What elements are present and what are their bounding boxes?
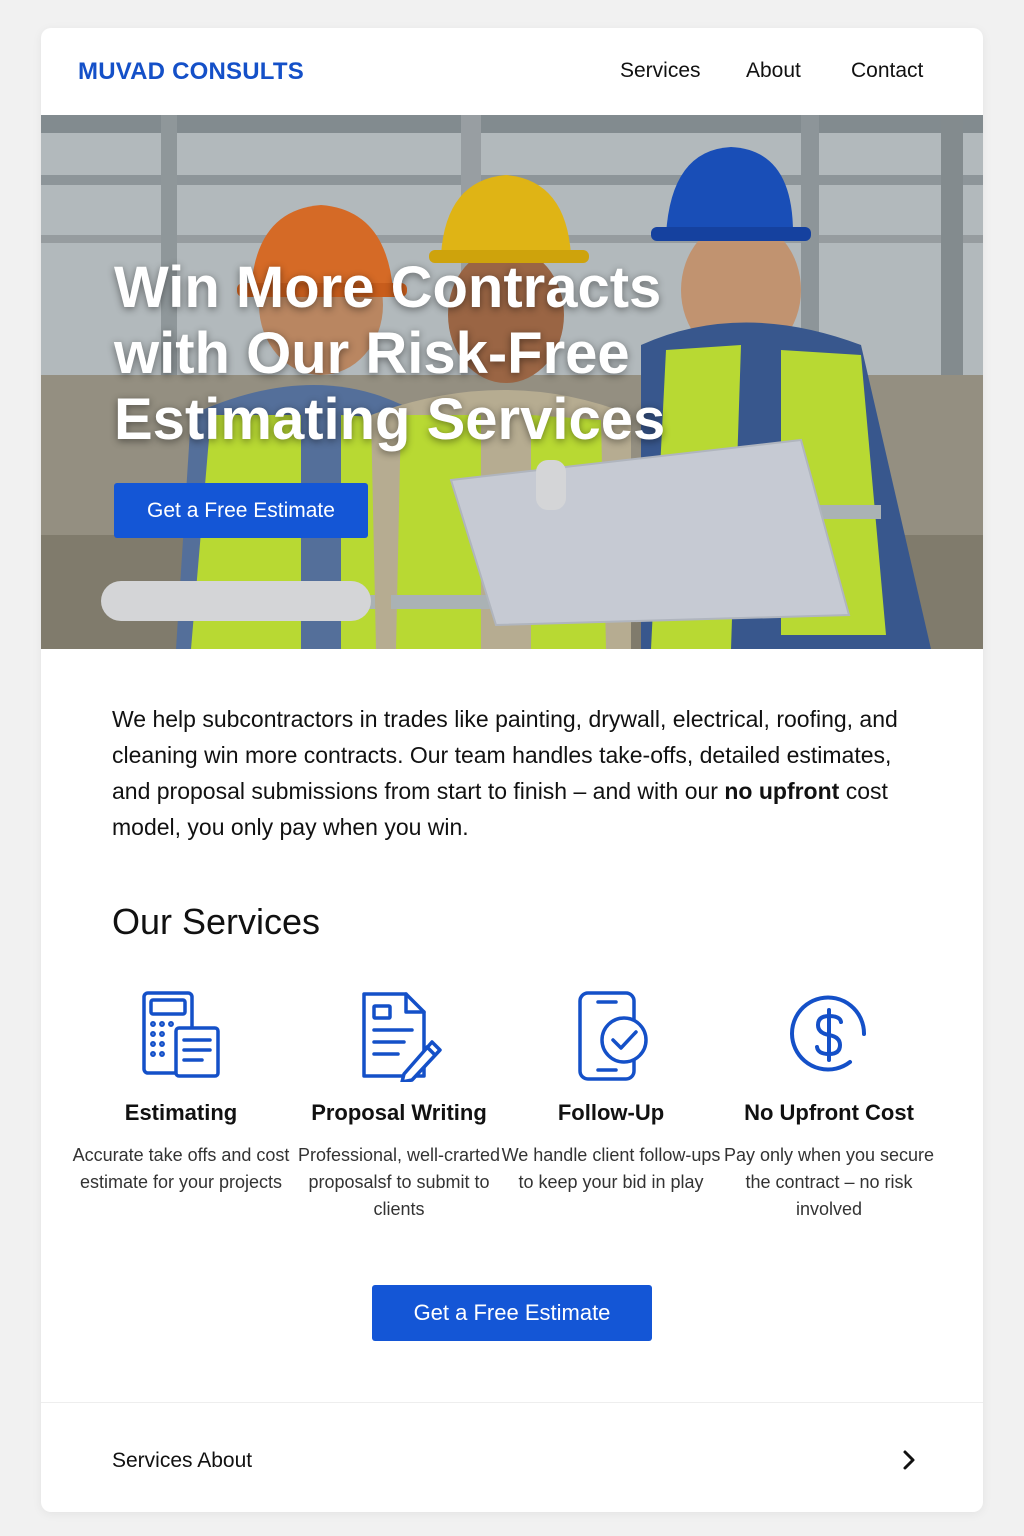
calculator-document-icon — [142, 991, 220, 1078]
service-description: We handle client follow-ups to keep your… — [501, 1145, 721, 1192]
brand-logo[interactable]: MUVAD CONSULTS — [78, 58, 304, 86]
service-title: Follow-Up — [557, 1100, 665, 1125]
site-header: MUVAD CONSULTS Services About Contact — [41, 28, 983, 115]
service-description: Professional, well-crarted proposalsf to… — [297, 1145, 501, 1219]
hero-section: Win More Contracts with Our Risk-Free Es… — [41, 115, 983, 649]
service-proposal-writing: Proposal Writing Professional, well-crar… — [289, 990, 509, 1223]
service-title: Estimating — [124, 1100, 238, 1125]
hero-title: Win More Contracts with Our Risk-Free Es… — [114, 255, 666, 452]
footer-links[interactable]: Services About — [112, 1449, 252, 1473]
service-no-upfront-cost: No Upfront Cost Pay only when you secure… — [719, 990, 939, 1223]
dollar-circle-icon — [790, 995, 867, 1072]
service-title: Proposal Writing — [311, 1100, 487, 1125]
chevron-right-icon[interactable] — [899, 1448, 919, 1472]
service-follow-up: Follow-Up We handle client follow-ups to… — [501, 990, 721, 1196]
service-estimating: Estimating Accurate take offs and cost e… — [71, 990, 291, 1196]
hero-free-estimate-button[interactable]: Get a Free Estimate — [114, 483, 368, 538]
nav-contact[interactable]: Contact — [851, 59, 923, 83]
cta-free-estimate-button[interactable]: Get a Free Estimate — [372, 1285, 652, 1341]
service-description: Pay only when you secure the contract – … — [723, 1145, 935, 1219]
phone-check-icon — [578, 991, 648, 1081]
nav-services[interactable]: Services — [620, 59, 701, 83]
footer-divider — [41, 1402, 983, 1403]
intro-text-bold: no upfront — [724, 778, 840, 804]
service-description: Accurate take offs and cost estimate for… — [72, 1145, 290, 1192]
services-heading: Our Services — [112, 901, 321, 942]
intro-text: We help subcontractors in trades like pa… — [112, 701, 922, 845]
document-pen-icon — [362, 992, 442, 1082]
page-card: MUVAD CONSULTS Services About Contact Wi… — [41, 28, 983, 1512]
service-title: No Upfront Cost — [744, 1100, 914, 1125]
nav-about[interactable]: About — [746, 59, 801, 83]
